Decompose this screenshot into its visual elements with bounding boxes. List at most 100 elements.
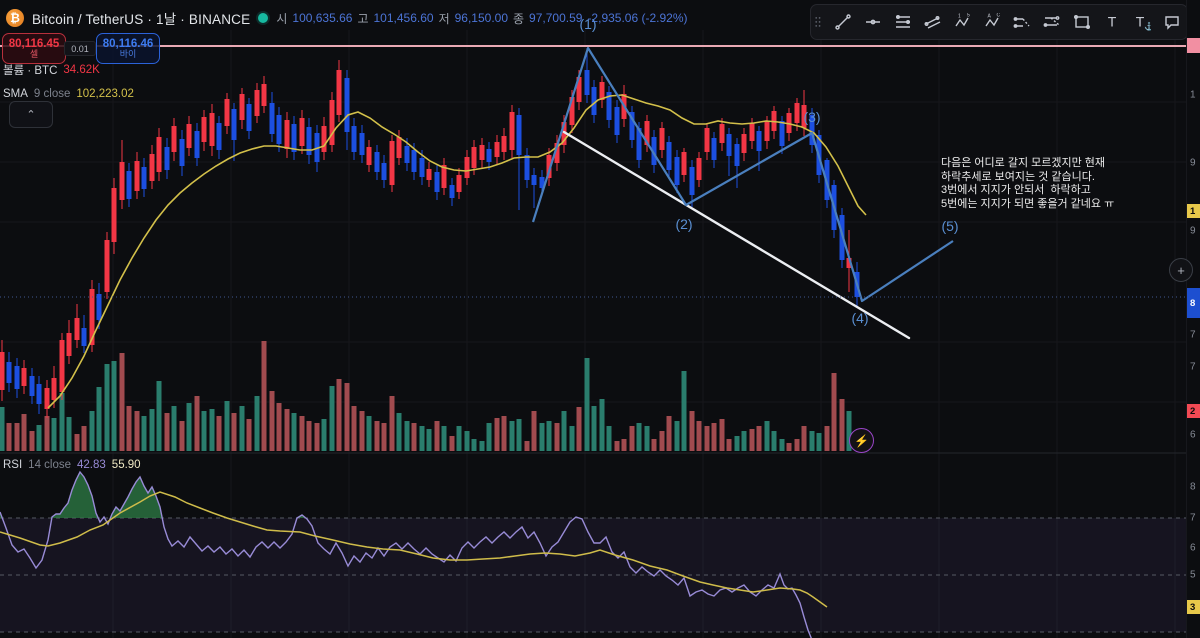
candle[interactable] [689,167,695,195]
symbol-title[interactable]: Bitcoin / TetherUS · 1날 · BINANCE [32,8,250,28]
candle[interactable] [171,126,177,152]
candle[interactable] [209,113,215,146]
candle[interactable] [726,134,732,156]
candle[interactable] [261,84,267,106]
candle[interactable] [419,158,425,177]
elliott-correction-wave-icon[interactable]: AC [978,7,1008,37]
anchored-text-icon[interactable]: T⚓ [1127,7,1157,37]
candle[interactable] [104,240,110,292]
candle[interactable] [134,161,140,191]
candle[interactable] [389,141,395,185]
candle[interactable] [81,328,87,346]
candle[interactable] [126,171,132,199]
candle[interactable] [299,118,305,146]
candle[interactable] [449,185,455,198]
candle[interactable] [359,133,365,155]
candle[interactable] [411,150,417,172]
candle[interactable] [681,152,687,175]
instant-trade-lightning-icon[interactable]: ⚡ [849,428,874,453]
candle[interactable] [164,147,170,170]
candle[interactable] [186,124,192,148]
candle[interactable] [486,149,492,162]
sell-button[interactable]: 80,116.45 셀 [2,33,66,64]
candle[interactable] [239,94,245,120]
candle[interactable] [96,294,102,320]
candle[interactable] [111,188,117,242]
candle[interactable] [434,172,440,192]
candle[interactable] [66,333,72,356]
candle[interactable] [36,384,42,404]
candle[interactable] [156,137,162,172]
candle[interactable] [734,144,740,166]
text-icon[interactable]: T [1097,7,1127,37]
candle[interactable] [531,175,537,185]
candle[interactable] [381,163,387,180]
candle[interactable] [201,117,207,142]
candle[interactable] [456,175,462,192]
wave-label-4[interactable]: (4) [851,310,868,326]
parallel-channel-icon[interactable] [918,7,948,37]
buy-button[interactable]: 80,116.46 바이 [96,33,160,64]
candle[interactable] [471,147,477,168]
candle[interactable] [194,131,200,158]
candle[interactable] [329,100,335,145]
candle[interactable] [516,115,522,155]
candle[interactable] [51,378,57,400]
candle[interactable] [464,157,470,178]
candle[interactable] [524,155,530,180]
candle[interactable] [269,103,275,134]
trend-line-icon[interactable] [828,7,858,37]
elliott-impulse-wave-icon[interactable]: 15 [948,7,978,37]
candle[interactable] [141,167,147,189]
candle[interactable] [179,139,185,166]
candle[interactable] [749,123,755,141]
wave-label-5[interactable]: (5) [941,218,958,234]
candle[interactable] [509,112,515,150]
callout-icon[interactable] [1157,7,1187,37]
candle[interactable] [276,115,282,144]
candle[interactable] [216,123,222,150]
candle[interactable] [29,376,35,396]
candle[interactable] [44,388,50,409]
elliott-wave-drawing[interactable] [531,46,954,303]
horizontal-line-icon[interactable] [858,7,888,37]
candle[interactable] [426,169,432,180]
sma-legend[interactable]: SMA 9 close 102,223.02 [3,88,134,100]
volume-legend[interactable]: 볼륨 · BTC 34.62K [3,62,100,78]
add-alert-plus-icon[interactable]: + [1169,258,1193,282]
candle[interactable] [374,152,380,172]
candle[interactable] [336,70,342,115]
xabcd-pattern-icon[interactable] [1008,7,1038,37]
candle[interactable] [59,340,65,392]
chart-canvas[interactable] [0,0,1200,638]
candle[interactable] [794,103,800,123]
candle[interactable] [756,131,762,151]
candle[interactable] [119,162,125,200]
candle[interactable] [291,124,297,152]
rectangle-icon[interactable] [1067,7,1097,37]
candle[interactable] [14,366,20,389]
candle[interactable] [351,126,357,152]
candle[interactable] [149,154,155,181]
candle[interactable] [366,147,372,165]
price-scale[interactable]: 1 9 9 7 7 6 8 7 6 5 1 8 2 3 [1186,0,1200,638]
fib-retracement-icon[interactable] [888,7,918,37]
rsi-legend[interactable]: RSI 14 close 42.83 55.90 [3,459,141,471]
candle[interactable] [231,109,237,140]
wave-label-1[interactable]: (1) [579,16,596,32]
chart-text-annotation[interactable]: 다음은 어디로 갈지 모르겠지만 현재 하락추세로 보여지는 것 같습니다. 3번에… [941,157,1191,211]
candle[interactable] [704,128,710,152]
candle[interactable] [659,128,665,150]
candle[interactable] [779,121,785,146]
candle[interactable] [501,136,507,152]
candle[interactable] [0,352,5,390]
candle[interactable] [254,90,260,116]
market-open-dot-icon[interactable] [258,13,269,23]
wave-label-2[interactable]: (2) [675,216,692,232]
candle[interactable] [741,134,747,153]
candle[interactable] [246,104,252,131]
candle[interactable] [479,145,485,160]
candle[interactable] [696,158,702,180]
candle[interactable] [224,99,230,126]
toolbar-drag-handle-icon[interactable]: ●● ●● ●● [815,16,828,28]
